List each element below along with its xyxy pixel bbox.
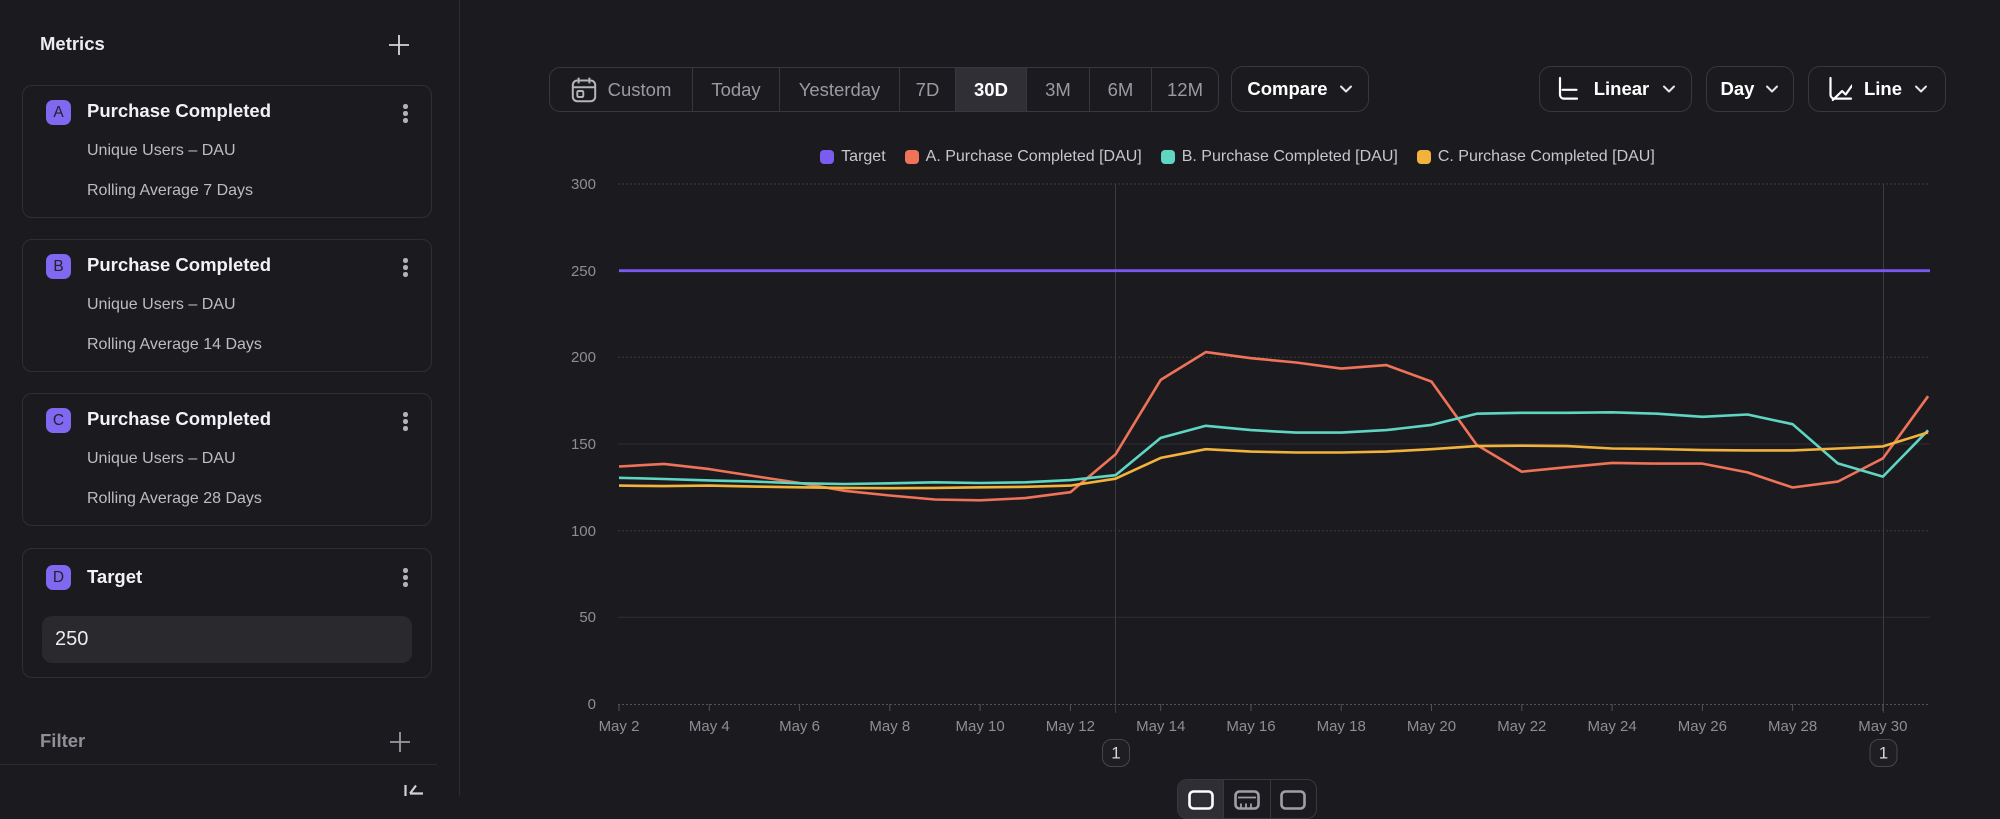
svg-text:May 12: May 12 [1046, 718, 1095, 735]
svg-text:May 4: May 4 [689, 718, 730, 735]
svg-text:May 22: May 22 [1497, 718, 1546, 735]
svg-text:1: 1 [1879, 744, 1888, 763]
svg-text:May 30: May 30 [1858, 718, 1907, 735]
svg-text:1: 1 [1111, 744, 1120, 763]
svg-text:May 18: May 18 [1317, 718, 1366, 735]
svg-text:50: 50 [579, 609, 596, 626]
svg-text:May 26: May 26 [1678, 718, 1727, 735]
svg-text:May 24: May 24 [1587, 718, 1636, 735]
svg-text:May 16: May 16 [1226, 718, 1275, 735]
svg-text:May 20: May 20 [1407, 718, 1456, 735]
svg-text:250: 250 [571, 263, 596, 280]
svg-text:300: 300 [571, 176, 596, 193]
svg-text:100: 100 [571, 523, 596, 540]
svg-text:May 2: May 2 [599, 718, 640, 735]
svg-text:May 10: May 10 [955, 718, 1004, 735]
svg-text:May 8: May 8 [869, 718, 910, 735]
svg-text:0: 0 [588, 696, 596, 713]
svg-text:May 14: May 14 [1136, 718, 1185, 735]
svg-text:May 28: May 28 [1768, 718, 1817, 735]
svg-text:150: 150 [571, 436, 596, 453]
svg-text:May 6: May 6 [779, 718, 820, 735]
svg-text:200: 200 [571, 349, 596, 366]
